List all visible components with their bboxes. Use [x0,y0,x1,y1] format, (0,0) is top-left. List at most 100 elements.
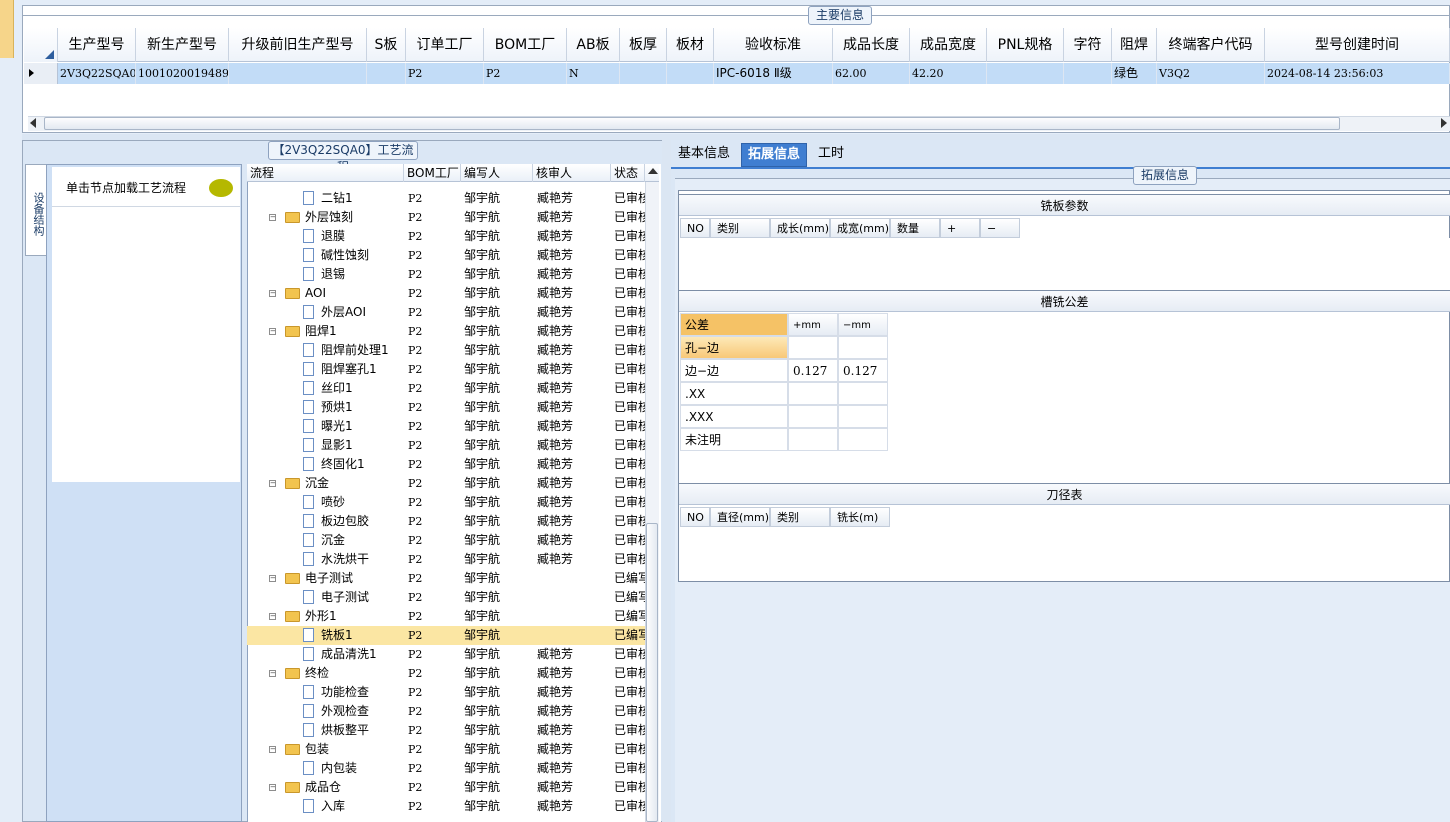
grid-cell[interactable]: 2V3Q22SQA0 [58,63,136,84]
tab-0[interactable]: 基本信息 [672,143,736,167]
grid-cell[interactable]: P2 [406,63,484,84]
tree-column-header[interactable]: BOM工厂 [404,164,461,182]
tree-row[interactable]: 终固化1 P2 邹宇航 臧艳芳 已审核 [247,455,645,474]
tree-row[interactable]: 成品清洗1 P2 邹宇航 臧艳芳 已审核 [247,645,645,664]
tree-column-header[interactable]: 状态 [611,164,645,182]
milling-column-header[interactable]: − [980,218,1020,238]
tolerance-cell[interactable] [838,336,888,359]
grid-cell[interactable]: 10010200194898 [136,63,229,84]
tolerance-cell[interactable] [788,428,838,451]
grid-cell[interactable]: N [567,63,620,84]
tree-row[interactable]: 功能检查 P2 邹宇航 臧艳芳 已审核 [247,683,645,702]
tolerance-cell[interactable] [788,405,838,428]
tree-row[interactable]: 曝光1 P2 邹宇航 臧艳芳 已审核 [247,417,645,436]
collapse-icon[interactable]: − [269,613,276,620]
tree-row[interactable]: − 终检 P2 邹宇航 臧艳芳 已审核 [247,664,645,683]
milling-column-header[interactable]: + [940,218,980,238]
tree-row[interactable]: − 沉金 P2 邹宇航 臧艳芳 已审核 [247,474,645,493]
column-header[interactable]: 验收标准 [714,28,833,62]
grid-cell[interactable] [667,63,714,84]
tree-row[interactable]: − 电子测试 P2 邹宇航 已编写 [247,569,645,588]
milling-column-header[interactable]: 数量 [890,218,940,238]
tree-row[interactable]: 入库 P2 邹宇航 臧艳芳 已审核 [247,797,645,816]
column-header[interactable]: S板 [367,28,406,62]
grid-cell[interactable] [1064,63,1112,84]
grid-cell[interactable]: 62.00 [833,63,910,84]
tree-row[interactable]: 退锡 P2 邹宇航 臧艳芳 已审核 [247,265,645,284]
tree-row[interactable]: 沉金 P2 邹宇航 臧艳芳 已审核 [247,531,645,550]
collapse-icon[interactable]: − [269,328,276,335]
tree-column-header[interactable]: 核审人 [533,164,611,182]
tool-column-header[interactable]: NO [680,507,710,527]
tolerance-column-header[interactable]: −mm [838,313,888,336]
column-header[interactable]: 订单工厂 [406,28,484,62]
tolerance-cell[interactable]: .XXX [680,405,788,428]
column-header[interactable]: AB板 [567,28,620,62]
collapse-icon[interactable]: − [269,746,276,753]
tolerance-cell[interactable]: 未注明 [680,428,788,451]
tolerance-cell[interactable]: 孔−边 [680,336,788,359]
tolerance-column-header[interactable]: 公差 [680,313,788,336]
tolerance-cell[interactable] [838,382,888,405]
column-header[interactable]: 型号创建时间 [1265,28,1450,62]
column-header[interactable]: 字符 [1064,28,1112,62]
tree-row[interactable]: 碱性蚀刻 P2 邹宇航 臧艳芳 已审核 [247,246,645,265]
column-header[interactable]: 阻焊 [1112,28,1157,62]
tree-row[interactable]: − 成品仓 P2 邹宇航 臧艳芳 已审核 [247,778,645,797]
device-structure-tab[interactable]: 设备结构 [25,164,46,256]
tree-row[interactable]: 喷砂 P2 邹宇航 臧艳芳 已审核 [247,493,645,512]
grid-cell[interactable] [229,63,367,84]
column-header[interactable]: PNL规格 [987,28,1064,62]
collapse-icon[interactable]: − [269,784,276,791]
tolerance-cell[interactable] [838,405,888,428]
column-header[interactable]: 板厚 [620,28,667,62]
tool-column-header[interactable]: 类别 [770,507,830,527]
tree-row[interactable]: 水洗烘干 P2 邹宇航 臧艳芳 已审核 [247,550,645,569]
collapse-icon[interactable]: − [269,290,276,297]
vertical-splitter[interactable] [662,140,671,822]
tree-row[interactable]: − 外形1 P2 邹宇航 已编写 [247,607,645,626]
tolerance-column-header[interactable]: +mm [788,313,838,336]
tree-row[interactable]: − 阻焊1 P2 邹宇航 臧艳芳 已审核 [247,322,645,341]
column-header[interactable]: 成品宽度 [910,28,987,62]
grid-cell[interactable] [367,63,406,84]
tolerance-cell[interactable] [788,382,838,405]
column-header[interactable]: 升级前旧生产型号 [229,28,367,62]
tree-row[interactable]: − AOI P2 邹宇航 臧艳芳 已审核 [247,284,645,303]
grid-cell[interactable] [987,63,1064,84]
grid-cell[interactable] [620,63,667,84]
scroll-right-icon[interactable] [1441,118,1447,128]
tree-row[interactable]: 二钻1 P2 邹宇航 臧艳芳 已审核 [247,189,645,208]
scroll-up-icon[interactable] [648,168,658,174]
nav-tree-area[interactable] [52,207,240,482]
tool-column-header[interactable]: 直径(mm) [710,507,770,527]
tree-row[interactable]: 显影1 P2 邹宇航 臧艳芳 已审核 [247,436,645,455]
grid-cell[interactable]: IPC-6018 Ⅱ级 [714,63,833,84]
column-header[interactable]: 新生产型号 [136,28,229,62]
select-all-corner[interactable] [24,28,58,62]
column-header[interactable]: 生产型号 [58,28,136,62]
grid-cell[interactable]: P2 [484,63,567,84]
milling-column-header[interactable]: 类别 [710,218,770,238]
grid-cell[interactable]: V3Q2 [1157,63,1265,84]
tolerance-cell[interactable]: .XX [680,382,788,405]
tolerance-cell[interactable]: 0.127 [838,359,888,382]
tree-column-header[interactable]: 流程 [247,164,404,182]
tree-scroll-thumb[interactable] [646,523,658,822]
milling-column-header[interactable]: 成宽(mm) [830,218,890,238]
tree-row[interactable]: − 包装 P2 邹宇航 臧艳芳 已审核 [247,740,645,759]
tolerance-cell[interactable] [838,428,888,451]
milling-column-header[interactable]: 成长(mm) [770,218,830,238]
grid-cell[interactable]: 42.20 [910,63,987,84]
grid-cell[interactable]: 2024-08-14 23:56:03 [1265,63,1450,84]
tree-row[interactable]: 内包装 P2 邹宇航 臧艳芳 已审核 [247,759,645,778]
tab-2[interactable]: 工时 [812,143,850,167]
tree-column-header[interactable]: 编写人 [461,164,533,182]
horizontal-scroll-thumb[interactable] [44,117,1340,130]
tree-row[interactable]: 外层AOI P2 邹宇航 臧艳芳 已审核 [247,303,645,322]
tree-row[interactable]: 外观检查 P2 邹宇航 臧艳芳 已审核 [247,702,645,721]
tree-row[interactable]: − 外层蚀刻 P2 邹宇航 臧艳芳 已审核 [247,208,645,227]
tree-row[interactable]: 丝印1 P2 邹宇航 臧艳芳 已审核 [247,379,645,398]
column-header[interactable]: 板材 [667,28,714,62]
tolerance-cell[interactable]: 边−边 [680,359,788,382]
